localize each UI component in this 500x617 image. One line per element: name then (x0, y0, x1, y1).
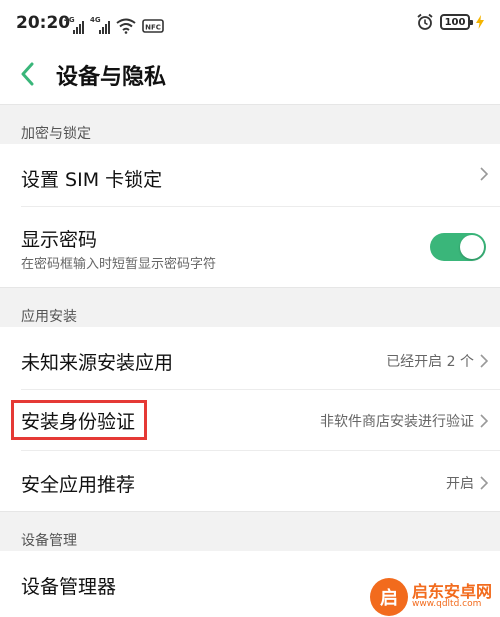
nfc-label: NFC (145, 24, 161, 32)
toggle-knob (460, 235, 484, 259)
app-header: 设备与隐私 (0, 46, 500, 104)
section-header-app-install: 应用安装 (0, 287, 500, 327)
battery-icon: 100 (440, 14, 473, 30)
row-right: 已经开启 2 个 (386, 351, 488, 371)
row-unknown-sources[interactable]: 未知来源安装应用 已经开启 2 个 (0, 327, 500, 389)
chevron-right-icon (480, 167, 488, 181)
watermark-name: 启东安卓网 (412, 581, 493, 601)
charging-icon (476, 15, 484, 29)
chevron-right-icon (480, 354, 488, 368)
wifi-icon (116, 18, 136, 34)
signal-icon: 4G (64, 16, 84, 34)
section-title: 设备管理 (21, 533, 77, 549)
row-right (480, 167, 488, 181)
section-title: 应用安装 (21, 309, 77, 325)
status-right: 100 (416, 13, 484, 31)
signal-icon: 4G (90, 16, 110, 34)
status-bar: 20:20 4G 4G NFC 100 (0, 0, 500, 46)
row-title: 设备管理器 (21, 576, 117, 598)
status-icons: 4G 4G NFC (64, 14, 164, 34)
row-title: 未知来源安装应用 (21, 352, 174, 374)
watermark-logo-icon: 启 (370, 577, 408, 616)
back-button[interactable] (12, 56, 42, 92)
row-title: 显示密码 (21, 229, 98, 251)
section-header-device-management: 设备管理 (0, 511, 500, 551)
row-value: 开启 (446, 476, 474, 492)
row-title: 设置 SIM 卡锁定 (21, 169, 163, 191)
row-subtitle: 在密码框输入时短暂显示密码字符 (21, 257, 217, 272)
watermark-text: 启东安卓网 www.qdltd.com (412, 583, 492, 610)
row-show-password[interactable]: 显示密码 在密码框输入时短暂显示密码字符 (0, 207, 500, 287)
watermark: 启 启东安卓网 www.qdltd.com (370, 576, 500, 617)
chevron-right-icon (480, 414, 488, 428)
row-safe-app-recommend[interactable]: 安全应用推荐 开启 (0, 451, 500, 511)
status-time: 20:20 (16, 13, 71, 33)
show-password-toggle[interactable] (430, 233, 486, 261)
row-value: 已经开启 2 个 (386, 354, 474, 370)
section-title: 加密与锁定 (21, 126, 91, 142)
watermark-url: www.qdltd.com (412, 599, 482, 610)
alarm-icon (417, 13, 433, 30)
row-sim-lock[interactable]: 设置 SIM 卡锁定 (0, 144, 500, 206)
row-right: 非软件商店安装进行验证 (320, 411, 488, 431)
row-right: 开启 (446, 473, 488, 493)
section-header-encryption: 加密与锁定 (0, 104, 500, 144)
page-title: 设备与隐私 (56, 65, 167, 90)
chevron-right-icon (480, 476, 488, 490)
back-arrow-icon (21, 62, 34, 86)
nfc-icon: NFC (142, 19, 164, 33)
battery-level: 100 (444, 16, 466, 28)
highlight-box (11, 400, 147, 440)
row-value: 非软件商店安装进行验证 (320, 414, 474, 430)
row-title: 安全应用推荐 (21, 474, 136, 496)
